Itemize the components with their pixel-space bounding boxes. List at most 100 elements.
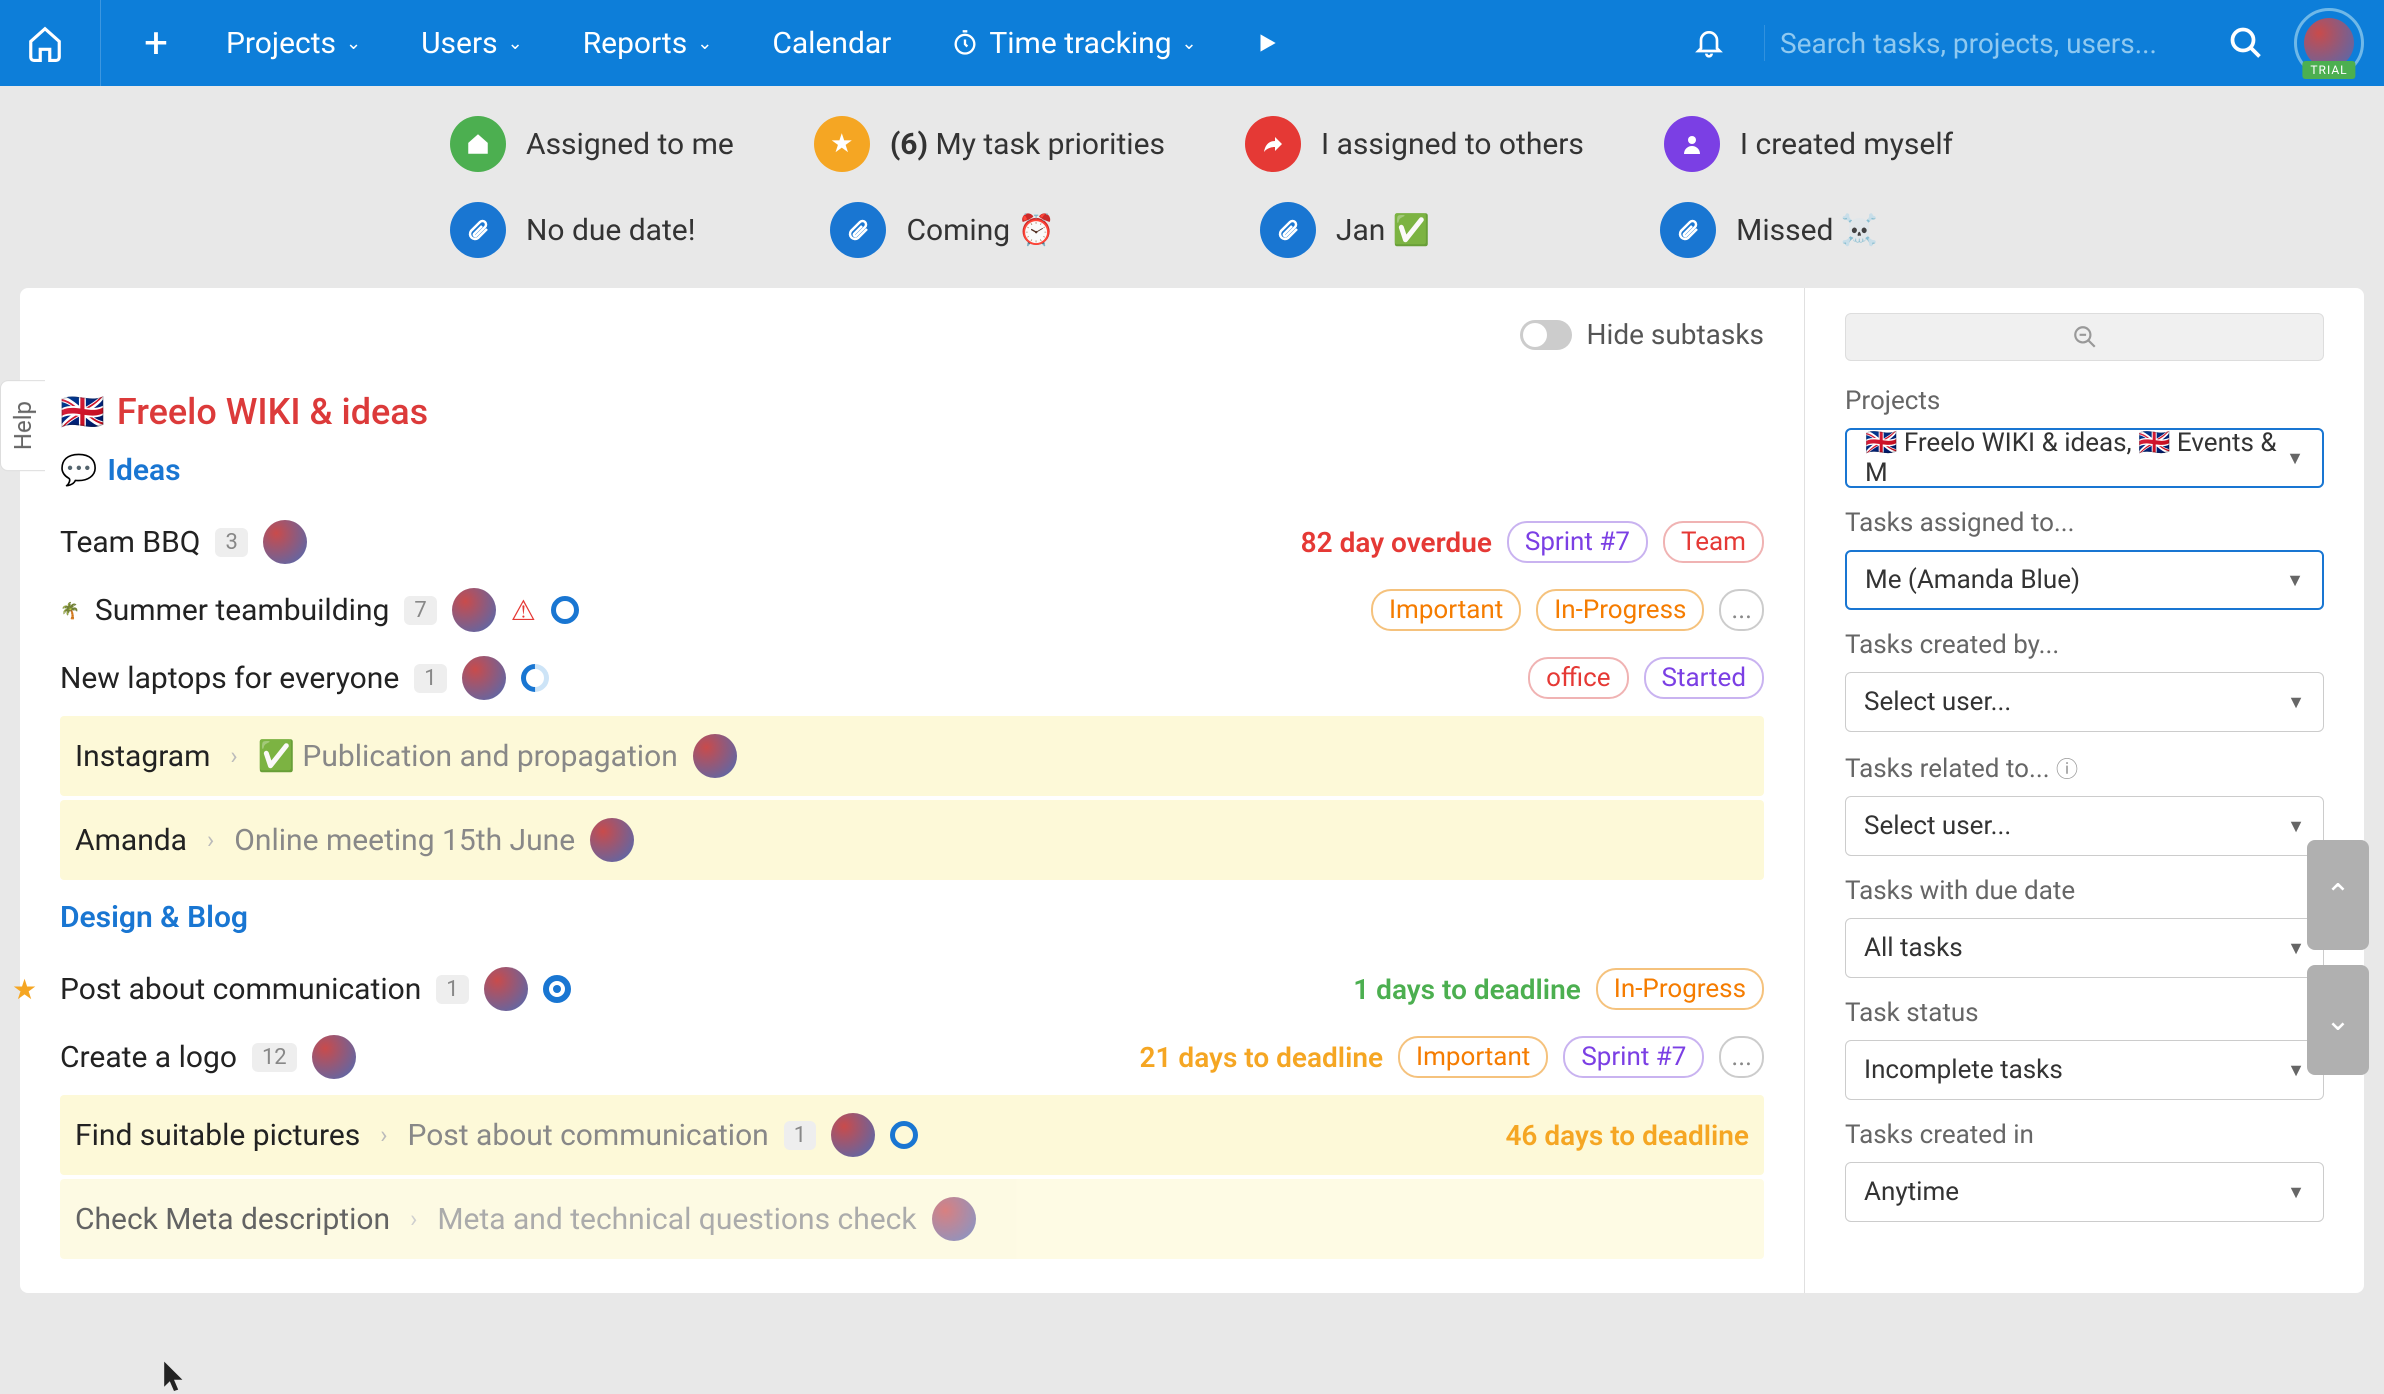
list-ideas[interactable]: 💬 Ideas: [60, 453, 1764, 488]
task-panel: Hide subtasks 🇬🇧 Freelo WIKI & ideas 💬 I…: [20, 288, 1804, 1293]
nav-calendar[interactable]: Calendar: [757, 26, 906, 61]
nav-divider: [100, 0, 101, 86]
assignee-avatar[interactable]: [590, 818, 634, 862]
cursor-icon: [160, 1360, 188, 1394]
chevron-right-icon: ›: [410, 1205, 417, 1233]
more-tags[interactable]: ...: [1719, 1036, 1764, 1078]
task-row[interactable]: Amanda › Online meeting 15th June: [60, 800, 1764, 880]
attachment-icon: [450, 202, 506, 258]
progress-ring-icon: [551, 596, 579, 624]
assignee-avatar[interactable]: [831, 1113, 875, 1157]
top-nav: + Projects⌄ Users⌄ Reports⌄ Calendar Tim…: [0, 0, 2384, 86]
scroll-down-button[interactable]: ⌄: [2307, 965, 2369, 1075]
notifications-button[interactable]: [1684, 18, 1734, 68]
status-select[interactable]: Incomplete tasks ▼: [1845, 1040, 2324, 1100]
nav-reports[interactable]: Reports⌄: [568, 26, 728, 61]
progress-ring-icon: [515, 658, 555, 698]
assigned-to-label: Tasks assigned to...: [1845, 508, 2324, 538]
chevron-down-icon: ⌄: [1182, 33, 1197, 54]
caret-down-icon: ▼: [2286, 570, 2304, 591]
attachment-icon: [1660, 202, 1716, 258]
filter-priorities[interactable]: ★ (6) My task priorities: [814, 116, 1165, 172]
help-tab[interactable]: Help: [0, 380, 45, 471]
warning-icon: ⚠: [511, 594, 536, 627]
created-in-select[interactable]: Anytime ▼: [1845, 1162, 2324, 1222]
progress-ring-icon: [890, 1121, 918, 1149]
trial-badge: TRIAL: [2302, 61, 2355, 79]
caret-down-icon: ▼: [2286, 448, 2304, 469]
filter-created-myself[interactable]: I created myself: [1664, 116, 1953, 172]
related-to-label: Tasks related to... ⓘ: [1845, 752, 2324, 784]
chevron-down-icon: ⌄: [346, 33, 361, 54]
assignee-avatar[interactable]: [462, 656, 506, 700]
home-icon: [450, 116, 506, 172]
scroll-buttons: ⌃ ⌄: [2307, 840, 2369, 1075]
hide-subtasks-label: Hide subtasks: [1587, 318, 1764, 351]
created-by-label: Tasks created by...: [1845, 630, 2324, 660]
caret-down-icon: ▼: [2287, 692, 2305, 713]
chevron-right-icon: ›: [230, 742, 237, 770]
task-row[interactable]: 🌴 Summer teambuilding 7 ⚠ Important In-P…: [60, 576, 1764, 644]
filter-area: Assigned to me ★ (6) My task priorities …: [0, 86, 2384, 288]
caret-down-icon: ▼: [2287, 1182, 2305, 1203]
more-tags[interactable]: ...: [1719, 589, 1764, 631]
task-row[interactable]: New laptops for everyone 1 office Starte…: [60, 644, 1764, 712]
home-button[interactable]: [20, 18, 70, 68]
filter-coming[interactable]: Coming ⏰: [830, 202, 1054, 258]
caret-down-icon: ▼: [2287, 816, 2305, 837]
task-row[interactable]: Create a logo 12 21 days to deadline Imp…: [60, 1023, 1764, 1091]
star-icon[interactable]: ★: [12, 973, 37, 1006]
info-icon[interactable]: ⓘ: [2056, 758, 2078, 783]
filter-assigned-to-me[interactable]: Assigned to me: [450, 116, 734, 172]
assignee-avatar[interactable]: [484, 967, 528, 1011]
task-row[interactable]: Team BBQ 3 82 day overdue Sprint #7 Team: [60, 508, 1764, 576]
sidebar-search[interactable]: [1845, 313, 2324, 361]
user-avatar[interactable]: TRIAL: [2294, 8, 2364, 78]
task-row[interactable]: Instagram › ✅ Publication and propagatio…: [60, 716, 1764, 796]
hide-subtasks-toggle[interactable]: [1520, 320, 1572, 350]
caret-down-icon: ▼: [2287, 1060, 2305, 1081]
search-input[interactable]: Search tasks, projects, users...: [1764, 25, 2264, 61]
person-icon: [1664, 116, 1720, 172]
chevron-down-icon: ⌄: [508, 33, 523, 54]
attachment-icon: [1260, 202, 1316, 258]
chevron-right-icon: ›: [380, 1121, 387, 1149]
filter-assigned-others[interactable]: I assigned to others: [1245, 116, 1584, 172]
filter-missed[interactable]: Missed ☠️: [1660, 202, 1878, 258]
status-label: Task status: [1845, 998, 2324, 1028]
task-row[interactable]: ★ Post about communication 1 1 days to d…: [60, 955, 1764, 1023]
nav-projects[interactable]: Projects⌄: [211, 26, 376, 61]
nav-time-tracking[interactable]: Time tracking⌄: [936, 26, 1211, 61]
related-to-select[interactable]: Select user... ▼: [1845, 796, 2324, 856]
search-placeholder: Search tasks, projects, users...: [1780, 27, 2228, 60]
project-title[interactable]: 🇬🇧 Freelo WIKI & ideas: [60, 391, 1764, 433]
nav-users[interactable]: Users⌄: [406, 26, 538, 61]
filter-sidebar: Projects 🇬🇧 Freelo WIKI & ideas, 🇬🇧 Even…: [1804, 288, 2364, 1293]
projects-select[interactable]: 🇬🇧 Freelo WIKI & ideas, 🇬🇧 Events & M ▼: [1845, 428, 2324, 488]
due-date-label: Tasks with due date: [1845, 876, 2324, 906]
assigned-to-select[interactable]: Me (Amanda Blue) ▼: [1845, 550, 2324, 610]
assignee-avatar[interactable]: [693, 734, 737, 778]
search-zoom-icon: [2072, 324, 2098, 350]
task-row[interactable]: Check Meta description › Meta and techni…: [60, 1179, 1764, 1259]
list-design-blog[interactable]: Design & Blog: [60, 900, 1764, 935]
assignee-avatar[interactable]: [312, 1035, 356, 1079]
created-by-select[interactable]: Select user... ▼: [1845, 672, 2324, 732]
filter-no-due-date[interactable]: No due date!: [450, 202, 695, 258]
created-in-label: Tasks created in: [1845, 1120, 2324, 1150]
task-row[interactable]: Find suitable pictures › Post about comm…: [60, 1095, 1764, 1175]
scroll-up-button[interactable]: ⌃: [2307, 840, 2369, 950]
play-button[interactable]: [1242, 18, 1292, 68]
filter-jan[interactable]: Jan ✅: [1260, 202, 1430, 258]
add-button[interactable]: +: [131, 18, 181, 68]
assignee-avatar[interactable]: [263, 520, 307, 564]
due-date-select[interactable]: All tasks ▼: [1845, 918, 2324, 978]
progress-ring-icon: [543, 975, 571, 1003]
assignee-avatar[interactable]: [452, 588, 496, 632]
assignee-avatar[interactable]: [932, 1197, 976, 1241]
attachment-icon: [830, 202, 886, 258]
stopwatch-icon: [951, 29, 979, 57]
speech-icon: 💬: [60, 453, 97, 488]
share-icon: [1245, 116, 1301, 172]
chevron-right-icon: ›: [207, 826, 214, 854]
